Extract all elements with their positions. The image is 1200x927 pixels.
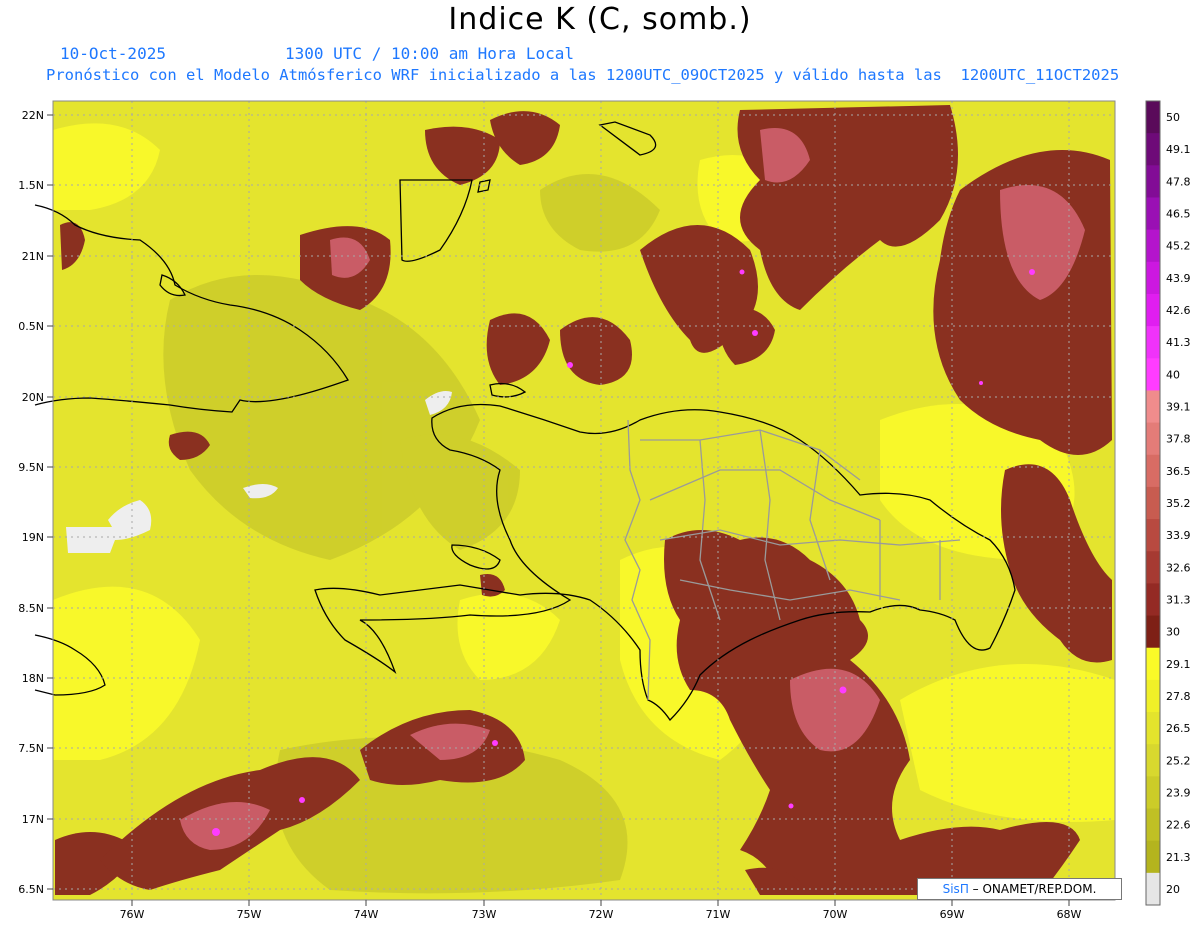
colorbar-label: 32.6 xyxy=(1166,561,1191,574)
colorbar-label: 42.6 xyxy=(1166,304,1191,317)
colorbar-swatch xyxy=(1146,101,1160,134)
colorbar-label: 47.8 xyxy=(1166,175,1191,188)
colorbar-swatch xyxy=(1146,326,1160,359)
colorbar-label: 50 xyxy=(1166,111,1180,124)
colorbar-swatch xyxy=(1146,358,1160,391)
colorbar: 50 49.1 47.8 46.5 45.2 43.9 42.6 41.3 40 39.1 37.8… xyxy=(1145,100,1191,906)
colorbar-swatch xyxy=(1146,454,1160,488)
colorbar-swatch xyxy=(1146,390,1160,424)
colorbar-label: 22.6 xyxy=(1166,819,1191,832)
lon-label: 73W xyxy=(472,908,497,921)
colorbar-label: 39.1 xyxy=(1166,401,1191,414)
lat-label: 20N xyxy=(22,391,44,404)
colorbar-label: 30 xyxy=(1166,626,1180,639)
colorbar-swatch xyxy=(1146,197,1160,231)
colorbar-label: 23.9 xyxy=(1166,786,1191,799)
credit-text: – ONAMET/REP.DOM. xyxy=(972,882,1097,896)
colorbar-label: 43.9 xyxy=(1166,272,1191,285)
colorbar-swatch xyxy=(1146,840,1160,874)
colorbar-label: 25.2 xyxy=(1166,754,1191,767)
colorbar-label: 40 xyxy=(1166,368,1180,381)
lon-label: 76W xyxy=(120,908,145,921)
colorbar-swatch xyxy=(1146,808,1160,842)
colorbar-swatch xyxy=(1146,486,1160,520)
colorbar-label: 37.8 xyxy=(1166,433,1191,446)
colorbar-swatch xyxy=(1146,165,1160,198)
colorbar-label: 29.1 xyxy=(1166,658,1191,671)
latitude-labels: 22N 1.5N 21N 0.5N 20N 9.5N 19N 8.5N 18N … xyxy=(18,109,44,896)
lat-label: 18N xyxy=(22,672,44,685)
colorbar-swatch xyxy=(1146,519,1160,552)
lon-label: 75W xyxy=(237,908,262,921)
colorbar-swatch xyxy=(1146,583,1160,617)
lat-label: 17N xyxy=(22,813,44,826)
colorbar-label: 49.1 xyxy=(1166,143,1191,156)
lat-label: 8.5N xyxy=(18,602,44,615)
sispi-logo: SisΠ xyxy=(942,882,969,896)
colorbar-swatch xyxy=(1146,744,1160,777)
lon-label: 71W xyxy=(706,908,731,921)
colorbar-swatch xyxy=(1146,133,1160,166)
colorbar-label: 46.5 xyxy=(1166,208,1191,221)
colorbar-label: 36.5 xyxy=(1166,465,1191,478)
colorbar-label: 20 xyxy=(1166,883,1180,896)
lat-label: 19N xyxy=(22,531,44,544)
colorbar-swatch xyxy=(1146,776,1160,810)
colorbar-label: 33.9 xyxy=(1166,529,1191,542)
colorbar-label: 41.3 xyxy=(1166,336,1191,349)
lon-label: 74W xyxy=(354,908,379,921)
k-index-map: 22N 1.5N 21N 0.5N 20N 9.5N 19N 8.5N 18N … xyxy=(18,100,1191,921)
lon-label: 69W xyxy=(940,908,965,921)
colorbar-label: 35.2 xyxy=(1166,497,1191,510)
lon-label: 72W xyxy=(589,908,614,921)
colorbar-swatch xyxy=(1146,872,1160,906)
lat-label: 9.5N xyxy=(18,461,44,474)
colorbar-swatch xyxy=(1146,422,1160,456)
lon-label: 70W xyxy=(823,908,848,921)
colorbar-swatch xyxy=(1146,229,1160,263)
credit-box: SisΠ – ONAMET/REP.DOM. xyxy=(917,878,1122,900)
lat-label: 21N xyxy=(22,250,44,263)
lat-label: 22N xyxy=(22,109,44,122)
lat-label: 0.5N xyxy=(18,320,44,333)
colorbar-swatch xyxy=(1146,712,1160,745)
colorbar-label: 27.8 xyxy=(1166,690,1191,703)
colorbar-swatch xyxy=(1146,615,1160,649)
lon-label: 68W xyxy=(1057,908,1082,921)
colorbar-label: 21.3 xyxy=(1166,851,1191,864)
colorbar-swatch xyxy=(1146,679,1160,713)
colorbar-swatch xyxy=(1146,647,1160,681)
lat-label: 7.5N xyxy=(18,742,44,755)
colorbar-swatch xyxy=(1146,261,1160,295)
colorbar-label: 45.2 xyxy=(1166,240,1191,253)
colorbar-swatch xyxy=(1146,293,1160,327)
colorbar-label: 26.5 xyxy=(1166,722,1191,735)
lat-label: 1.5N xyxy=(18,179,44,192)
colorbar-swatch xyxy=(1146,551,1160,584)
lat-label: 6.5N xyxy=(18,883,44,896)
longitude-labels: 76W 75W 74W 73W 72W 71W 70W 69W 68W xyxy=(120,908,1082,921)
colorbar-label: 31.3 xyxy=(1166,593,1191,606)
